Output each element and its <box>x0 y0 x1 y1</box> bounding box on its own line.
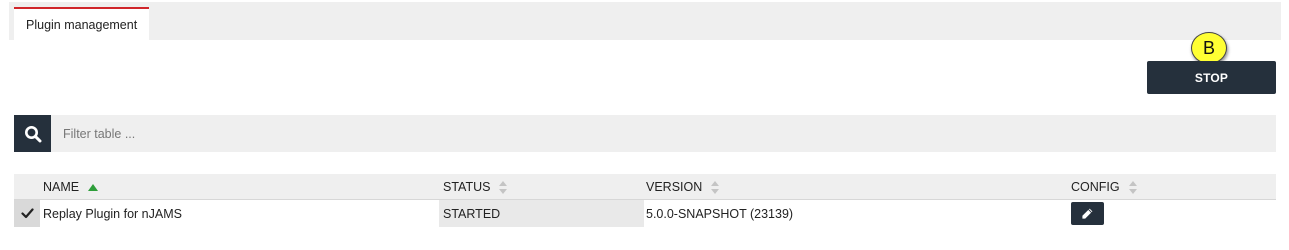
column-header-version[interactable]: VERSION <box>646 174 720 200</box>
checkmark-icon <box>20 208 34 219</box>
sort-ascending-icon <box>88 183 99 191</box>
sort-icon <box>1128 180 1137 194</box>
cell-status: STARTED <box>439 200 644 227</box>
tab-bar: Plugin management <box>9 2 1281 40</box>
cell-version: 5.0.0-SNAPSHOT (23139) <box>646 200 1066 227</box>
plugin-version: 5.0.0-SNAPSHOT (23139) <box>646 206 794 221</box>
row-select-checkbox[interactable] <box>14 200 40 227</box>
column-header-config[interactable]: CONFIG <box>1071 174 1137 200</box>
cell-name: Replay Plugin for nJAMS <box>43 200 443 227</box>
filter-input[interactable] <box>51 115 1276 152</box>
table-row[interactable]: Replay Plugin for nJAMS STARTED 5.0.0-SN… <box>14 200 1276 227</box>
plugin-name: Replay Plugin for nJAMS <box>43 206 182 221</box>
table-header: NAME STATUS VERSION CONFIG <box>14 174 1276 200</box>
column-header-label: VERSION <box>646 180 703 194</box>
search-button[interactable] <box>14 115 51 152</box>
plugin-table: NAME STATUS VERSION CONFIG Replay Plugin… <box>14 174 1276 227</box>
plugin-status: STARTED <box>443 206 501 221</box>
annotation-marker-b: B <box>1191 32 1227 64</box>
sort-icon <box>499 180 508 194</box>
column-header-label: NAME <box>43 180 80 194</box>
tab-plugin-management[interactable]: Plugin management <box>14 7 150 40</box>
search-icon <box>24 125 41 142</box>
filter-bar <box>14 115 1276 152</box>
column-header-name[interactable]: NAME <box>43 174 99 200</box>
marker-label: B <box>1202 37 1215 58</box>
column-header-label: STATUS <box>443 180 491 194</box>
tab-label: Plugin management <box>26 17 138 32</box>
column-header-status[interactable]: STATUS <box>443 174 508 200</box>
stop-button[interactable]: STOP <box>1147 61 1276 94</box>
sort-icon <box>711 180 720 194</box>
config-edit-button[interactable] <box>1071 202 1104 225</box>
pencil-icon <box>1082 208 1093 219</box>
column-header-label: CONFIG <box>1071 180 1120 194</box>
